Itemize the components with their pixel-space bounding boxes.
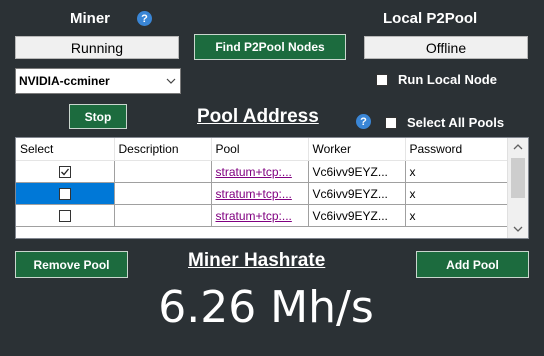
run-local-node-label: Run Local Node	[398, 72, 497, 87]
run-local-node-checkbox[interactable]: Run Local Node	[376, 72, 497, 87]
column-header-pool[interactable]: Pool	[211, 138, 309, 161]
run-local-node-box[interactable]	[376, 73, 388, 86]
row-select-checkbox[interactable]	[58, 166, 71, 179]
miner-device-value: NVIDIA-ccminer	[19, 74, 110, 88]
local-p2pool-heading: Local P2Pool	[383, 10, 478, 27]
table-row[interactable]: stratum+tcp:... Vc6ivv9EYZ... x	[16, 182, 509, 205]
remove-pool-button[interactable]: Remove Pool	[15, 251, 128, 278]
description-cell[interactable]	[114, 204, 212, 227]
stop-button[interactable]: Stop	[69, 104, 127, 129]
select-cell[interactable]	[16, 182, 115, 205]
password-cell[interactable]: x	[405, 160, 509, 183]
description-cell[interactable]	[114, 160, 212, 183]
pool-cell[interactable]: stratum+tcp:...	[211, 182, 309, 205]
miner-heading: Miner	[70, 10, 111, 27]
pool-link[interactable]: stratum+tcp:...	[216, 209, 292, 223]
pool-cell[interactable]: stratum+tcp:...	[211, 160, 309, 183]
pool-link[interactable]: stratum+tcp:...	[216, 165, 292, 179]
chevron-down-icon[interactable]	[508, 220, 528, 238]
table-row[interactable]: stratum+tcp:... Vc6ivv9EYZ... x	[16, 204, 509, 227]
miner-status-field: Running	[15, 36, 179, 59]
password-cell[interactable]: x	[405, 204, 509, 227]
grid-vertical-scrollbar[interactable]	[507, 138, 528, 238]
column-header-description[interactable]: Description	[114, 138, 212, 161]
row-select-checkbox[interactable]	[58, 188, 71, 201]
select-cell[interactable]	[16, 204, 115, 227]
worker-cell[interactable]: Vc6ivv9EYZ...	[308, 160, 406, 183]
miner-help-icon[interactable]: ?	[137, 11, 152, 26]
checkmark-icon	[60, 168, 69, 176]
miner-hashrate-heading: Miner Hashrate	[188, 250, 326, 271]
column-header-password[interactable]: Password	[405, 138, 509, 161]
worker-cell[interactable]: Vc6ivv9EYZ...	[308, 204, 406, 227]
password-cell[interactable]: x	[405, 182, 509, 205]
pool-grid[interactable]: Select Description Pool Worker Password …	[15, 137, 529, 239]
select-cell[interactable]	[16, 160, 115, 183]
select-all-pools-checkbox[interactable]: Select All Pools	[385, 115, 504, 130]
select-all-pools-box[interactable]	[385, 116, 397, 129]
pool-address-heading: Pool Address	[197, 106, 319, 127]
grid-header-row: Select Description Pool Worker Password	[16, 138, 509, 161]
pool-link[interactable]: stratum+tcp:...	[216, 187, 292, 201]
find-p2pool-nodes-button[interactable]: Find P2Pool Nodes	[194, 34, 346, 60]
table-row[interactable]: stratum+tcp:... Vc6ivv9EYZ... x	[16, 160, 509, 183]
description-cell[interactable]	[114, 182, 212, 205]
miner-device-select[interactable]: NVIDIA-ccminer	[15, 68, 181, 94]
pool-cell[interactable]: stratum+tcp:...	[211, 204, 309, 227]
row-select-checkbox[interactable]	[58, 210, 71, 223]
hashrate-value: 6.26 Mh/s	[158, 282, 374, 333]
pool-address-help-icon[interactable]: ?	[356, 114, 371, 129]
add-pool-button[interactable]: Add Pool	[416, 251, 529, 278]
column-header-select[interactable]: Select	[16, 138, 115, 161]
column-header-worker[interactable]: Worker	[308, 138, 406, 161]
worker-cell[interactable]: Vc6ivv9EYZ...	[308, 182, 406, 205]
pool-table: Select Description Pool Worker Password …	[16, 138, 509, 227]
scrollbar-thumb[interactable]	[511, 158, 525, 198]
select-all-pools-label: Select All Pools	[407, 115, 505, 130]
chevron-down-icon	[162, 78, 180, 84]
local-p2pool-status-field: Offline	[364, 36, 528, 59]
chevron-up-icon[interactable]	[508, 138, 528, 156]
